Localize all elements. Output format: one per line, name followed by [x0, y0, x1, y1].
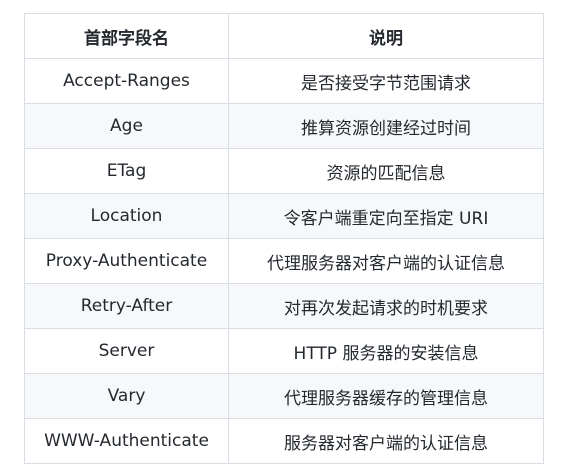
column-header-field-name: 首部字段名: [24, 13, 229, 59]
description-cell: 令客户端重定向至指定 URI: [228, 193, 544, 239]
field-name-cell: Server: [24, 328, 229, 374]
field-name-cell: ETag: [24, 148, 229, 194]
description-cell: 是否接受字节范围请求: [228, 58, 544, 104]
field-name-cell: Accept-Ranges: [24, 58, 229, 104]
column-header-description: 说明: [228, 13, 544, 59]
table-body: Accept-Ranges 是否接受字节范围请求 Age 推算资源创建经过时间 …: [24, 58, 544, 464]
field-name-cell: Retry-After: [24, 283, 229, 329]
table-row: Age 推算资源创建经过时间: [24, 103, 544, 149]
field-name-cell: WWW-Authenticate: [24, 418, 229, 464]
field-name-cell: Location: [24, 193, 229, 239]
header-row: 首部字段名 说明: [24, 13, 544, 59]
table-row: WWW-Authenticate 服务器对客户端的认证信息: [24, 418, 544, 464]
table-row: Vary 代理服务器缓存的管理信息: [24, 373, 544, 419]
table-row: Location 令客户端重定向至指定 URI: [24, 193, 544, 239]
table-row: ETag 资源的匹配信息: [24, 148, 544, 194]
description-cell: 代理服务器缓存的管理信息: [228, 373, 544, 419]
description-cell: 对再次发起请求的时机要求: [228, 283, 544, 329]
table-row: Accept-Ranges 是否接受字节范围请求: [24, 58, 544, 104]
description-cell: 资源的匹配信息: [228, 148, 544, 194]
description-cell: 代理服务器对客户端的认证信息: [228, 238, 544, 284]
table-row: Server HTTP 服务器的安装信息: [24, 328, 544, 374]
description-cell: 推算资源创建经过时间: [228, 103, 544, 149]
field-name-cell: Vary: [24, 373, 229, 419]
table-head: 首部字段名 说明: [24, 13, 544, 59]
description-cell: 服务器对客户端的认证信息: [228, 418, 544, 464]
field-name-cell: Proxy-Authenticate: [24, 238, 229, 284]
table-row: Proxy-Authenticate 代理服务器对客户端的认证信息: [24, 238, 544, 284]
table-row: Retry-After 对再次发起请求的时机要求: [24, 283, 544, 329]
header-fields-table: 首部字段名 说明 Accept-Ranges 是否接受字节范围请求 Age 推算…: [24, 13, 544, 464]
field-name-cell: Age: [24, 103, 229, 149]
description-cell: HTTP 服务器的安装信息: [228, 328, 544, 374]
